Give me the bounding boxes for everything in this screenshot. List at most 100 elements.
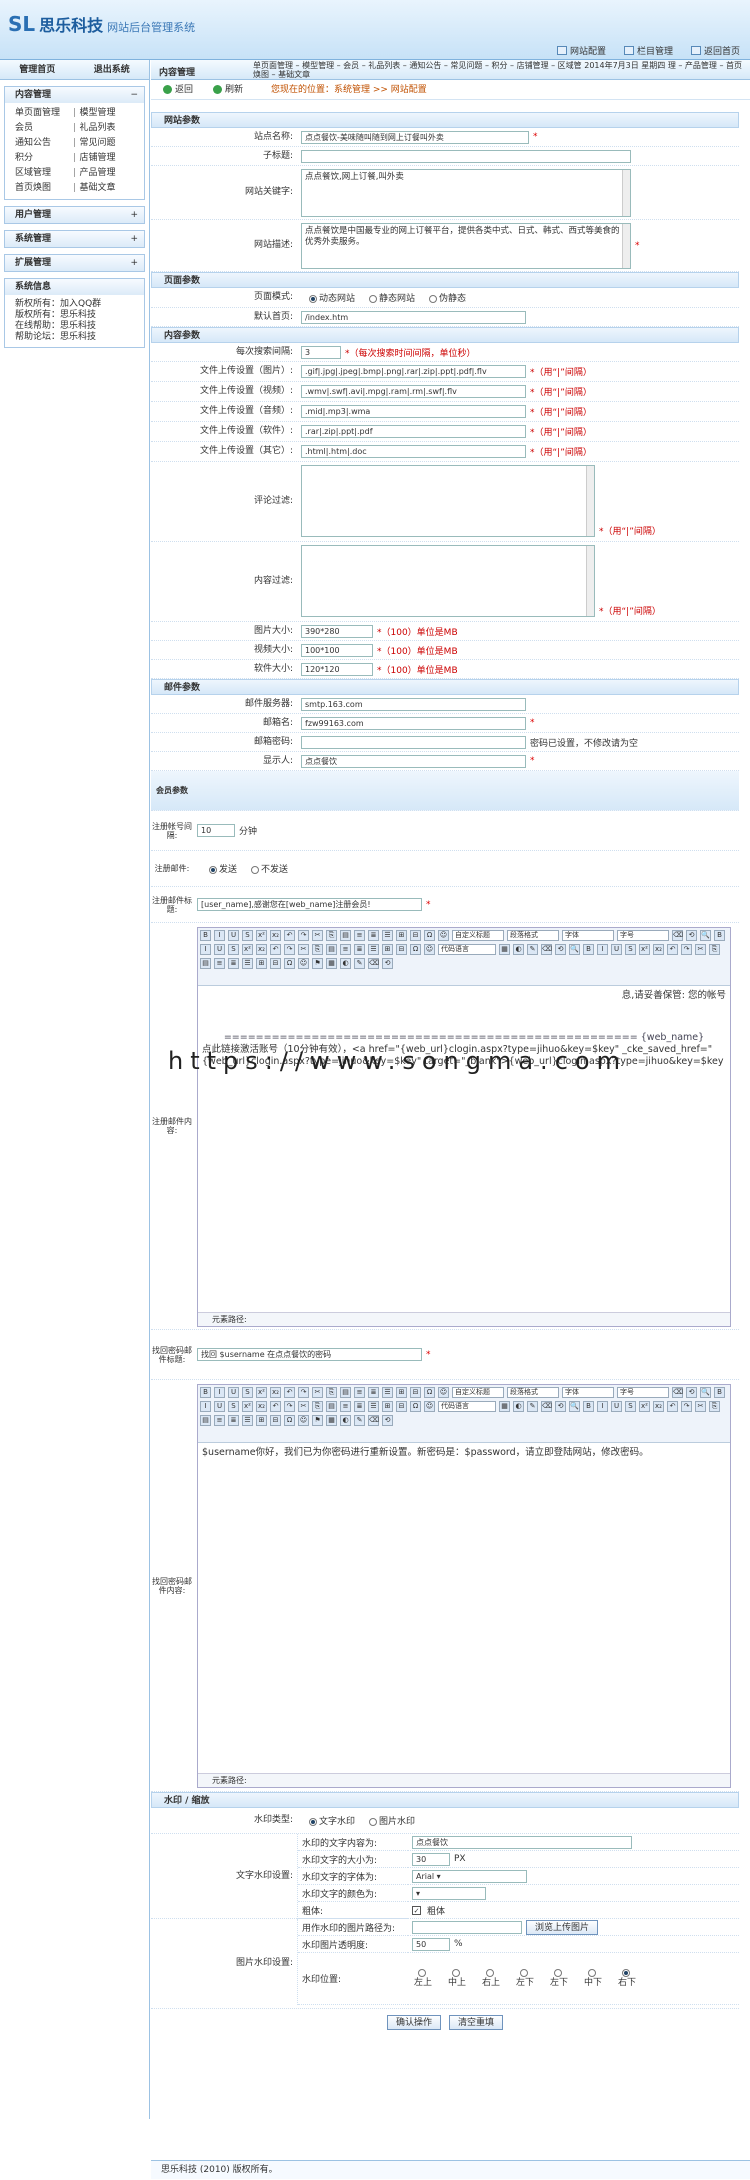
editor-tool-icon[interactable]: B [583, 944, 594, 955]
mode-dynamic-radio[interactable]: 动态网站 [309, 291, 355, 304]
editor-tool-icon[interactable]: ▤ [200, 1415, 211, 1426]
size-input[interactable]: 100*100 [301, 643, 373, 657]
editor-tool-icon[interactable]: ↷ [284, 1401, 295, 1412]
editor-tool-icon[interactable]: ⟲ [686, 1387, 697, 1398]
editor-tool-icon[interactable]: ↶ [270, 944, 281, 955]
editor-tool-icon[interactable]: ◐ [340, 1415, 351, 1426]
editor-tool-icon[interactable]: Ω [284, 958, 295, 969]
editor-tool-icon[interactable]: x₂ [270, 1387, 281, 1398]
content-manage-header[interactable]: 内容管理 − [5, 87, 144, 103]
editor-tool-icon[interactable]: ↷ [681, 944, 692, 955]
confirm-button[interactable]: 确认操作 [386, 2014, 441, 2030]
editor-tool-icon[interactable]: ⊞ [382, 1401, 393, 1412]
editor-select[interactable]: 字体 [562, 930, 614, 941]
editor-tool-icon[interactable]: ≡ [354, 1387, 365, 1398]
editor-select[interactable]: 自定义标题 [452, 1387, 504, 1398]
sidebar-item[interactable]: 常见问题 [80, 137, 135, 150]
editor-tool-icon[interactable]: ▤ [340, 930, 351, 941]
editor-toolbar[interactable]: B I U Sx² x₂ ↶ ↷ ✂ ⎘ ▤ ≡ ≣ ☰ ⊞ ⊟ Ω ☺ 自定义标题 段落格式 字体 字号 ⌫ ⟲ 🔍 B I U S… [198, 1385, 730, 1443]
editor-tool-icon[interactable]: U [611, 1401, 622, 1412]
editor-tool-icon[interactable]: ⊞ [396, 1387, 407, 1398]
editor-tool-icon[interactable]: ◐ [513, 944, 524, 955]
user-manage-header[interactable]: 用户管理 + [5, 207, 144, 223]
editor-tool-icon[interactable]: ▤ [326, 1401, 337, 1412]
editor-tool-icon[interactable]: ⎘ [709, 1401, 720, 1412]
editor-tool-icon[interactable]: ⎘ [312, 1401, 323, 1412]
editor-tool-icon[interactable]: U [214, 944, 225, 955]
editor-tool-icon[interactable]: ✂ [695, 944, 706, 955]
editor-tool-icon[interactable]: U [611, 944, 622, 955]
editor-tool-icon[interactable]: ▤ [326, 944, 337, 955]
editor-tool-icon[interactable]: ⎘ [326, 930, 337, 941]
sidebar-item[interactable]: 模型管理 [80, 107, 135, 120]
editor-tool-icon[interactable]: ↶ [667, 1401, 678, 1412]
wm-img-path-input[interactable] [412, 1920, 522, 1934]
editor-tool-icon[interactable]: ⌫ [541, 944, 552, 955]
editor-tool-icon[interactable]: x² [256, 930, 267, 941]
site-config-link[interactable]: 网站配置 [556, 44, 606, 57]
wm-position-radio[interactable]: 右下 [616, 1968, 638, 1989]
editor-tool-icon[interactable]: ✂ [298, 944, 309, 955]
editor-tool-icon[interactable]: ≣ [354, 944, 365, 955]
wm-position-radio[interactable]: 左上 [412, 1968, 434, 1989]
editor-tool-icon[interactable]: ≡ [340, 1401, 351, 1412]
editor-tool-icon[interactable]: x₂ [653, 944, 664, 955]
home-link[interactable]: 返回首页 [690, 44, 740, 57]
editor-tool-icon[interactable]: ☺ [438, 1387, 449, 1398]
sidebar-item[interactable]: 积分 [15, 152, 70, 165]
editor-tool-icon[interactable]: ↶ [667, 944, 678, 955]
bold-checkbox[interactable]: ✓ 粗体 [408, 1902, 739, 1919]
editor-tool-icon[interactable]: ⊞ [382, 944, 393, 955]
editor-select[interactable]: 字号 [617, 930, 669, 941]
comment-filter-textarea[interactable] [301, 465, 595, 537]
reset-button[interactable]: 清空重填 [449, 2014, 504, 2030]
editor-tool-icon[interactable]: ↷ [298, 1387, 309, 1398]
editor-tool-icon[interactable]: ⎘ [709, 944, 720, 955]
editor-tool-icon[interactable]: ☺ [298, 958, 309, 969]
keywords-textarea[interactable]: 点点餐饮,网上订餐,叫外卖 [301, 168, 631, 217]
editor-tool-icon[interactable]: Ω [424, 1387, 435, 1398]
tab-admin-home[interactable]: 管理首页 [0, 60, 75, 79]
sidebar-item[interactable]: 通知公告 [15, 137, 70, 150]
sidebar-item[interactable]: 区域管理 [15, 167, 70, 180]
editor-tool-icon[interactable]: ↶ [270, 1401, 281, 1412]
editor-tool-icon[interactable]: ⊟ [270, 958, 281, 969]
sidebar-item[interactable]: 首页焕图 [15, 182, 70, 195]
editor-tool-icon[interactable]: I [214, 1387, 225, 1398]
editor-tool-icon[interactable]: ▤ [340, 1387, 351, 1398]
size-input[interactable]: 120*120 [301, 662, 373, 676]
editor-tool-icon[interactable]: ≣ [228, 958, 239, 969]
editor-tool-icon[interactable]: ☺ [298, 1415, 309, 1426]
editor-tool-icon[interactable]: ✎ [354, 1415, 365, 1426]
editor-tool-icon[interactable]: 🔍 [700, 1387, 711, 1398]
find-mail-editor[interactable]: B I U Sx² x₂ ↶ ↷ ✂ ⎘ ▤ ≡ ≣ ☰ ⊞ ⊟ Ω ☺ 自定义标题 段落格式 字体 字号 ⌫ ⟲ 🔍 B I U S… [197, 1384, 731, 1788]
column-manage-link[interactable]: 栏目管理 [623, 44, 673, 57]
editor-tool-icon[interactable]: x₂ [270, 930, 281, 941]
editor-tool-icon[interactable]: ⟲ [555, 1401, 566, 1412]
home-input[interactable]: /index.htm [301, 310, 526, 324]
upload-ext-input[interactable]: .wmv|.swf|.avi|.mpg|.ram|.rm|.swf|.flv [301, 385, 526, 398]
editor-tool-icon[interactable]: B [200, 1387, 211, 1398]
editor-tool-icon[interactable]: ✎ [527, 1401, 538, 1412]
editor-tool-icon[interactable]: ↷ [298, 930, 309, 941]
editor-tool-icon[interactable]: x₂ [256, 944, 267, 955]
editor-tool-icon[interactable]: ✎ [354, 958, 365, 969]
editor-tool-icon[interactable]: ≣ [354, 1401, 365, 1412]
editor-tool-icon[interactable]: x² [639, 1401, 650, 1412]
site-name-input[interactable]: 点点餐饮-美味随叫随到网上订餐叫外卖 [301, 130, 529, 144]
editor-tool-icon[interactable]: ▦ [326, 958, 337, 969]
editor-select[interactable]: 字体 [562, 1387, 614, 1398]
sidebar-item[interactable]: 店铺管理 [80, 152, 135, 165]
editor-tool-icon[interactable]: ⚑ [312, 958, 323, 969]
editor-tool-icon[interactable]: ▦ [326, 1415, 337, 1426]
editor-tool-icon[interactable]: ▦ [499, 944, 510, 955]
editor-tool-icon[interactable]: ≣ [368, 930, 379, 941]
editor-select[interactable]: 自定义标题 [452, 930, 504, 941]
editor-tool-icon[interactable]: ≡ [340, 944, 351, 955]
top-menu[interactable]: 单页面管理 – 模型管理 – 会员 – 礼品列表 – 通知公告 – 常见问题 –… [253, 61, 743, 79]
editor-tool-icon[interactable]: ⊞ [256, 1415, 267, 1426]
editor-tool-icon[interactable]: ↷ [681, 1401, 692, 1412]
tab-logout[interactable]: 退出系统 [75, 60, 150, 79]
editor-tool-icon[interactable]: x² [639, 944, 650, 955]
sidebar-item[interactable]: 单页面管理 [15, 107, 70, 120]
